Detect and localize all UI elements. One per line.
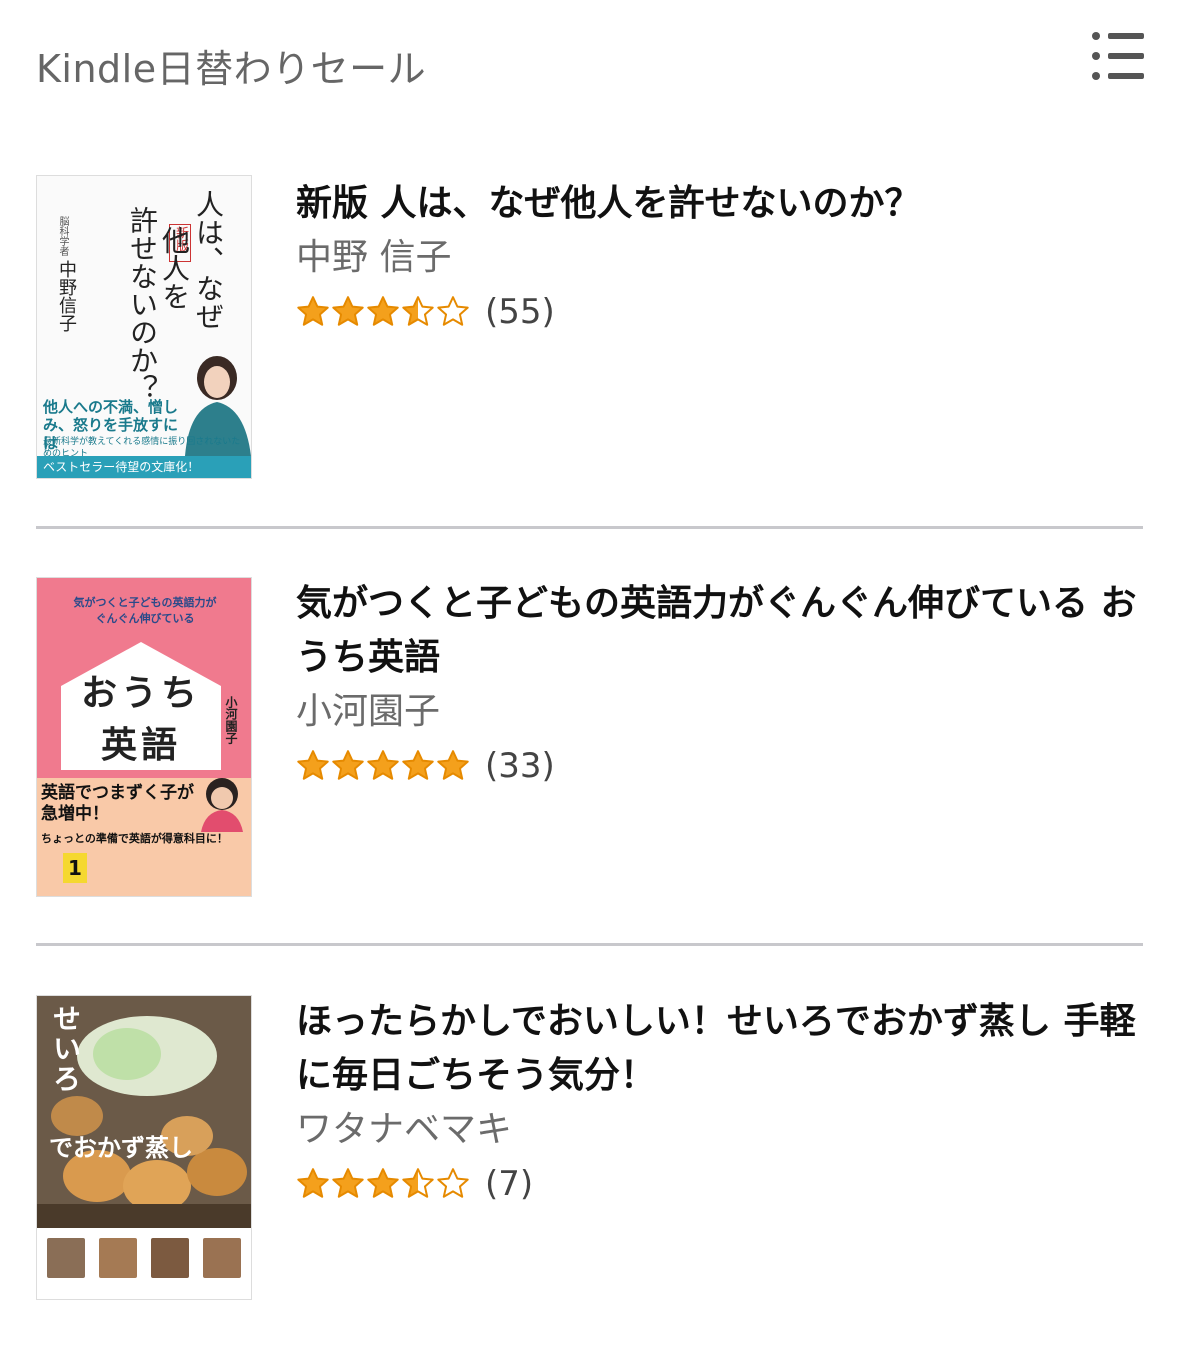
- star-full-icon: [332, 750, 364, 780]
- book-title[interactable]: 新版 人は、なぜ他人を許せないのか？: [296, 177, 1144, 231]
- star-empty-icon: [437, 296, 469, 326]
- book-list-item[interactable]: 気がつくと子どもの英語力が ぐんぐん伸びている おうち 英語 小河園子 英語でつ…: [36, 577, 1144, 897]
- star-full-icon: [367, 750, 399, 780]
- star-full-icon: [367, 1168, 399, 1198]
- star-half-icon: [402, 1168, 434, 1198]
- book-cover-image[interactable]: 新版 人は、なぜ 他人を 許せないのか？ 脳科学者 中野信子 他人への不満、憎し…: [36, 175, 252, 479]
- book-cover-image[interactable]: せいろ でおかず蒸し: [36, 995, 252, 1300]
- star-full-icon: [402, 750, 434, 780]
- book-list-item[interactable]: せいろ でおかず蒸し ほったらかしでおいしい！せいろでおかず蒸し 手軽に毎日ごち…: [36, 995, 1144, 1300]
- star-rating: [296, 295, 471, 329]
- star-empty-icon: [437, 1168, 469, 1198]
- book-author: 小河園子: [296, 691, 441, 732]
- rating: (55): [296, 289, 1144, 335]
- book-info: 気がつくと子どもの英語力がぐんぐん伸びている おうち英語 小河園子 (33): [296, 577, 1144, 789]
- star-rating: [296, 1167, 471, 1201]
- star-full-icon: [367, 296, 399, 326]
- star-full-icon: [297, 296, 329, 326]
- star-full-icon: [297, 750, 329, 780]
- book-title[interactable]: ほったらかしでおいしい！せいろでおかず蒸し 手軽に毎日ごちそう気分！: [296, 995, 1144, 1103]
- divider: [36, 943, 1143, 946]
- review-count: (33): [485, 746, 555, 786]
- book-author: 中野 信子: [296, 237, 452, 278]
- header: Kindle日替わりセール: [36, 30, 1144, 94]
- book-author: ワタナベマキ: [296, 1109, 513, 1150]
- star-full-icon: [332, 1168, 364, 1198]
- rating: (33): [296, 743, 1144, 789]
- book-info: ほったらかしでおいしい！せいろでおかず蒸し 手軽に毎日ごちそう気分！ ワタナベマ…: [296, 995, 1144, 1207]
- star-rating: [296, 749, 471, 783]
- review-count: (55): [485, 292, 555, 332]
- book-list-item[interactable]: 新版 人は、なぜ 他人を 許せないのか？ 脳科学者 中野信子 他人への不満、憎し…: [36, 175, 1144, 480]
- star-full-icon: [437, 750, 469, 780]
- book-cover-image[interactable]: 気がつくと子どもの英語力が ぐんぐん伸びている おうち 英語 小河園子 英語でつ…: [36, 577, 252, 897]
- star-half-icon: [402, 296, 434, 326]
- rating: (7): [296, 1161, 1144, 1207]
- star-full-icon: [297, 1168, 329, 1198]
- page-title: Kindle日替わりセール: [36, 47, 427, 91]
- divider: [36, 526, 1143, 529]
- star-full-icon: [332, 296, 364, 326]
- review-count: (7): [485, 1164, 534, 1204]
- book-info: 新版 人は、なぜ他人を許せないのか？ 中野 信子 (55): [296, 175, 1144, 335]
- list-view-icon[interactable]: [1092, 30, 1144, 82]
- author-photo: [201, 778, 243, 832]
- book-title[interactable]: 気がつくと子どもの英語力がぐんぐん伸びている おうち英語: [296, 577, 1144, 685]
